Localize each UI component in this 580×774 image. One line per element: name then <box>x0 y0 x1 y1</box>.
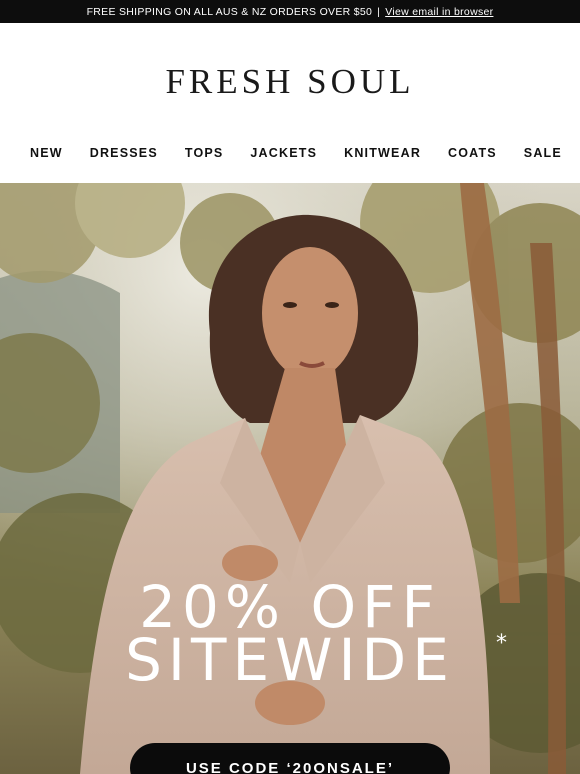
separator: | <box>377 5 381 18</box>
nav-item-sale[interactable]: SALE <box>524 146 562 164</box>
headline-asterisk: * <box>496 631 507 656</box>
nav-item-tops[interactable]: TOPS <box>185 146 224 164</box>
brand-logo[interactable]: FRESH SOUL <box>0 62 580 102</box>
shipping-text: FREE SHIPPING ON ALL AUS & NZ ORDERS OVE… <box>86 5 373 18</box>
nav-item-knitwear[interactable]: KNITWEAR <box>344 146 421 164</box>
hero-banner[interactable]: 20% OFF SITEWIDE * USE CODE ‘20ONSALE’ <box>0 183 580 774</box>
nav-item-dresses[interactable]: DRESSES <box>90 146 158 164</box>
view-in-browser-link[interactable]: View email in browser <box>385 6 493 18</box>
promo-code-button[interactable]: USE CODE ‘20ONSALE’ <box>130 743 450 774</box>
nav-item-coats[interactable]: COATS <box>448 146 497 164</box>
announcement-bar: FREE SHIPPING ON ALL AUS & NZ ORDERS OVE… <box>0 0 580 23</box>
nav-item-jackets[interactable]: JACKETS <box>250 146 317 164</box>
main-nav: NEW DRESSES TOPS JACKETS KNITWEAR COATS … <box>0 146 580 164</box>
headline-line2: SITEWIDE <box>125 626 455 694</box>
nav-item-new[interactable]: NEW <box>30 146 63 164</box>
